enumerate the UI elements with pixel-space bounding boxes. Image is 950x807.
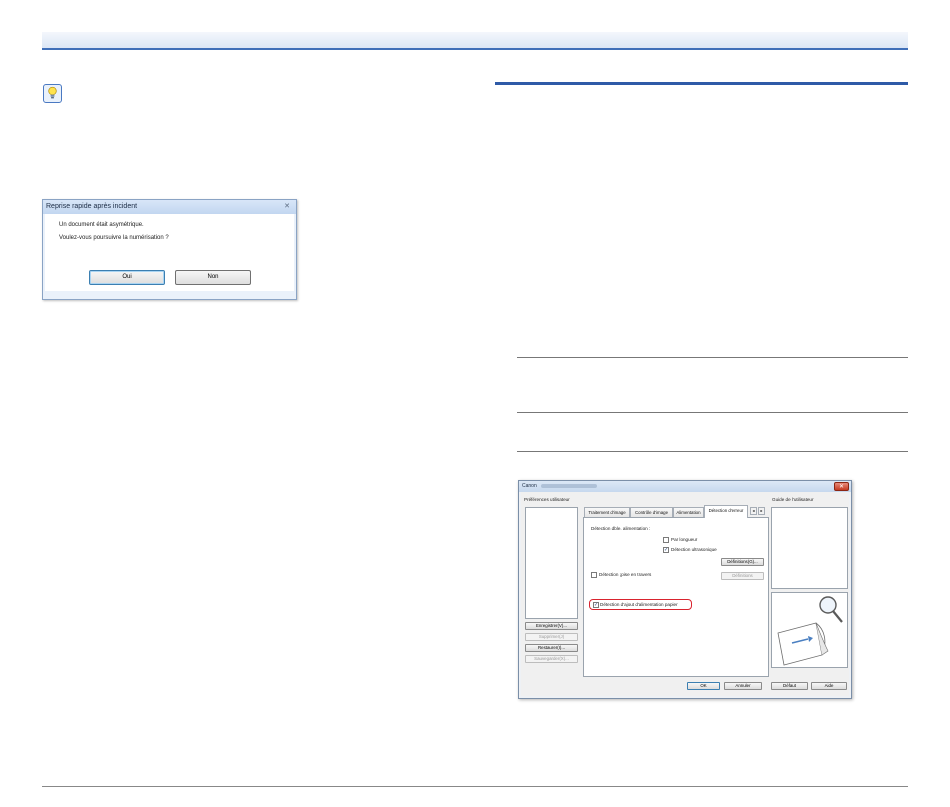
user-guide-label: Guide de l'utilisateur xyxy=(772,497,814,502)
dialog-titlebar: Canon xyxy=(519,481,851,492)
no-button[interactable]: Non xyxy=(175,270,251,285)
yes-button[interactable]: Oui xyxy=(89,270,165,285)
delete-preferences-button[interactable]: Supprimer(J) xyxy=(525,633,578,641)
dialog-message: Un document était asymétrique. xyxy=(59,222,144,228)
help-button[interactable]: Aide xyxy=(811,682,847,690)
separator-line xyxy=(517,412,908,413)
backup-preferences-button[interactable]: Sauvegarder(X)... xyxy=(525,655,578,663)
guide-illustration xyxy=(771,592,848,668)
dialog-title: Reprise rapide après incident xyxy=(43,200,296,214)
error-detection-tab-page: Détection dble. alimentation : Par longu… xyxy=(583,517,769,677)
tab-feeding[interactable]: Alimentation xyxy=(673,507,704,517)
tab-error-detection[interactable]: Détection d'erreur xyxy=(704,505,748,518)
scanner-settings-dialog: Canon ✕ Préférences utilisateur Enregist… xyxy=(518,480,852,699)
user-preferences-label: Préférences utilisateur xyxy=(524,497,570,502)
quick-recovery-dialog: Reprise rapide après incident ✕ Un docum… xyxy=(42,199,297,300)
ok-button[interactable]: OK xyxy=(687,682,720,690)
blurred-title-text xyxy=(540,483,597,488)
skew-detection-label: Détection ¡pise en travers xyxy=(599,572,652,577)
user-guide-panel xyxy=(771,507,848,589)
dialog-question: Voulez-vous poursuivre la numérisation ? xyxy=(59,235,169,241)
double-feed-settings-button[interactable]: Définitions(G)... xyxy=(721,558,764,566)
skew-settings-button[interactable]: Définitions xyxy=(721,572,764,580)
tab-scroll-right-button[interactable]: ▸ xyxy=(758,507,765,515)
magnifier-document-icon xyxy=(777,596,843,666)
ultrasonic-label: Détection ultrasonique xyxy=(671,547,717,552)
restore-preferences-button[interactable]: Restaurer(I)... xyxy=(525,644,578,652)
header-band xyxy=(42,32,908,48)
by-length-checkbox[interactable] xyxy=(663,537,669,543)
skew-detection-checkbox[interactable] xyxy=(591,572,597,578)
default-button[interactable]: Défaut xyxy=(771,682,808,690)
tab-scroll-left-button[interactable]: ◂ xyxy=(750,507,757,515)
close-icon[interactable]: ✕ xyxy=(281,202,293,211)
dialog-body: Un document était asymétrique. Voulez-vo… xyxy=(45,214,294,291)
paper-feed-detection-label: Détection d'ajout d'alimentation papier xyxy=(600,602,678,607)
dialog-client: Préférences utilisateur Enregistrer(V)..… xyxy=(521,492,849,696)
section-rule xyxy=(495,82,908,85)
cancel-button[interactable]: Annuler xyxy=(724,682,762,690)
by-length-label: Par longueur xyxy=(671,537,698,542)
tab-image-control[interactable]: Contrôle d'image xyxy=(630,507,673,517)
dialog-title: Canon xyxy=(522,483,537,489)
ultrasonic-checkbox[interactable]: ✓ xyxy=(663,547,669,553)
lightbulb-icon xyxy=(43,84,62,103)
header-rule xyxy=(42,48,908,50)
close-icon[interactable]: ✕ xyxy=(834,482,849,491)
separator-line xyxy=(517,357,908,358)
paper-feed-detection-checkbox[interactable]: ✓ xyxy=(593,602,599,608)
tab-image-processing[interactable]: Traitement d'image xyxy=(584,507,630,517)
user-preferences-list[interactable] xyxy=(525,507,578,619)
save-preferences-button[interactable]: Enregistrer(V)... xyxy=(525,622,578,630)
separator-line xyxy=(517,451,908,452)
footer-rule xyxy=(42,786,908,787)
double-feed-group-label: Détection dble. alimentation : xyxy=(591,526,651,531)
